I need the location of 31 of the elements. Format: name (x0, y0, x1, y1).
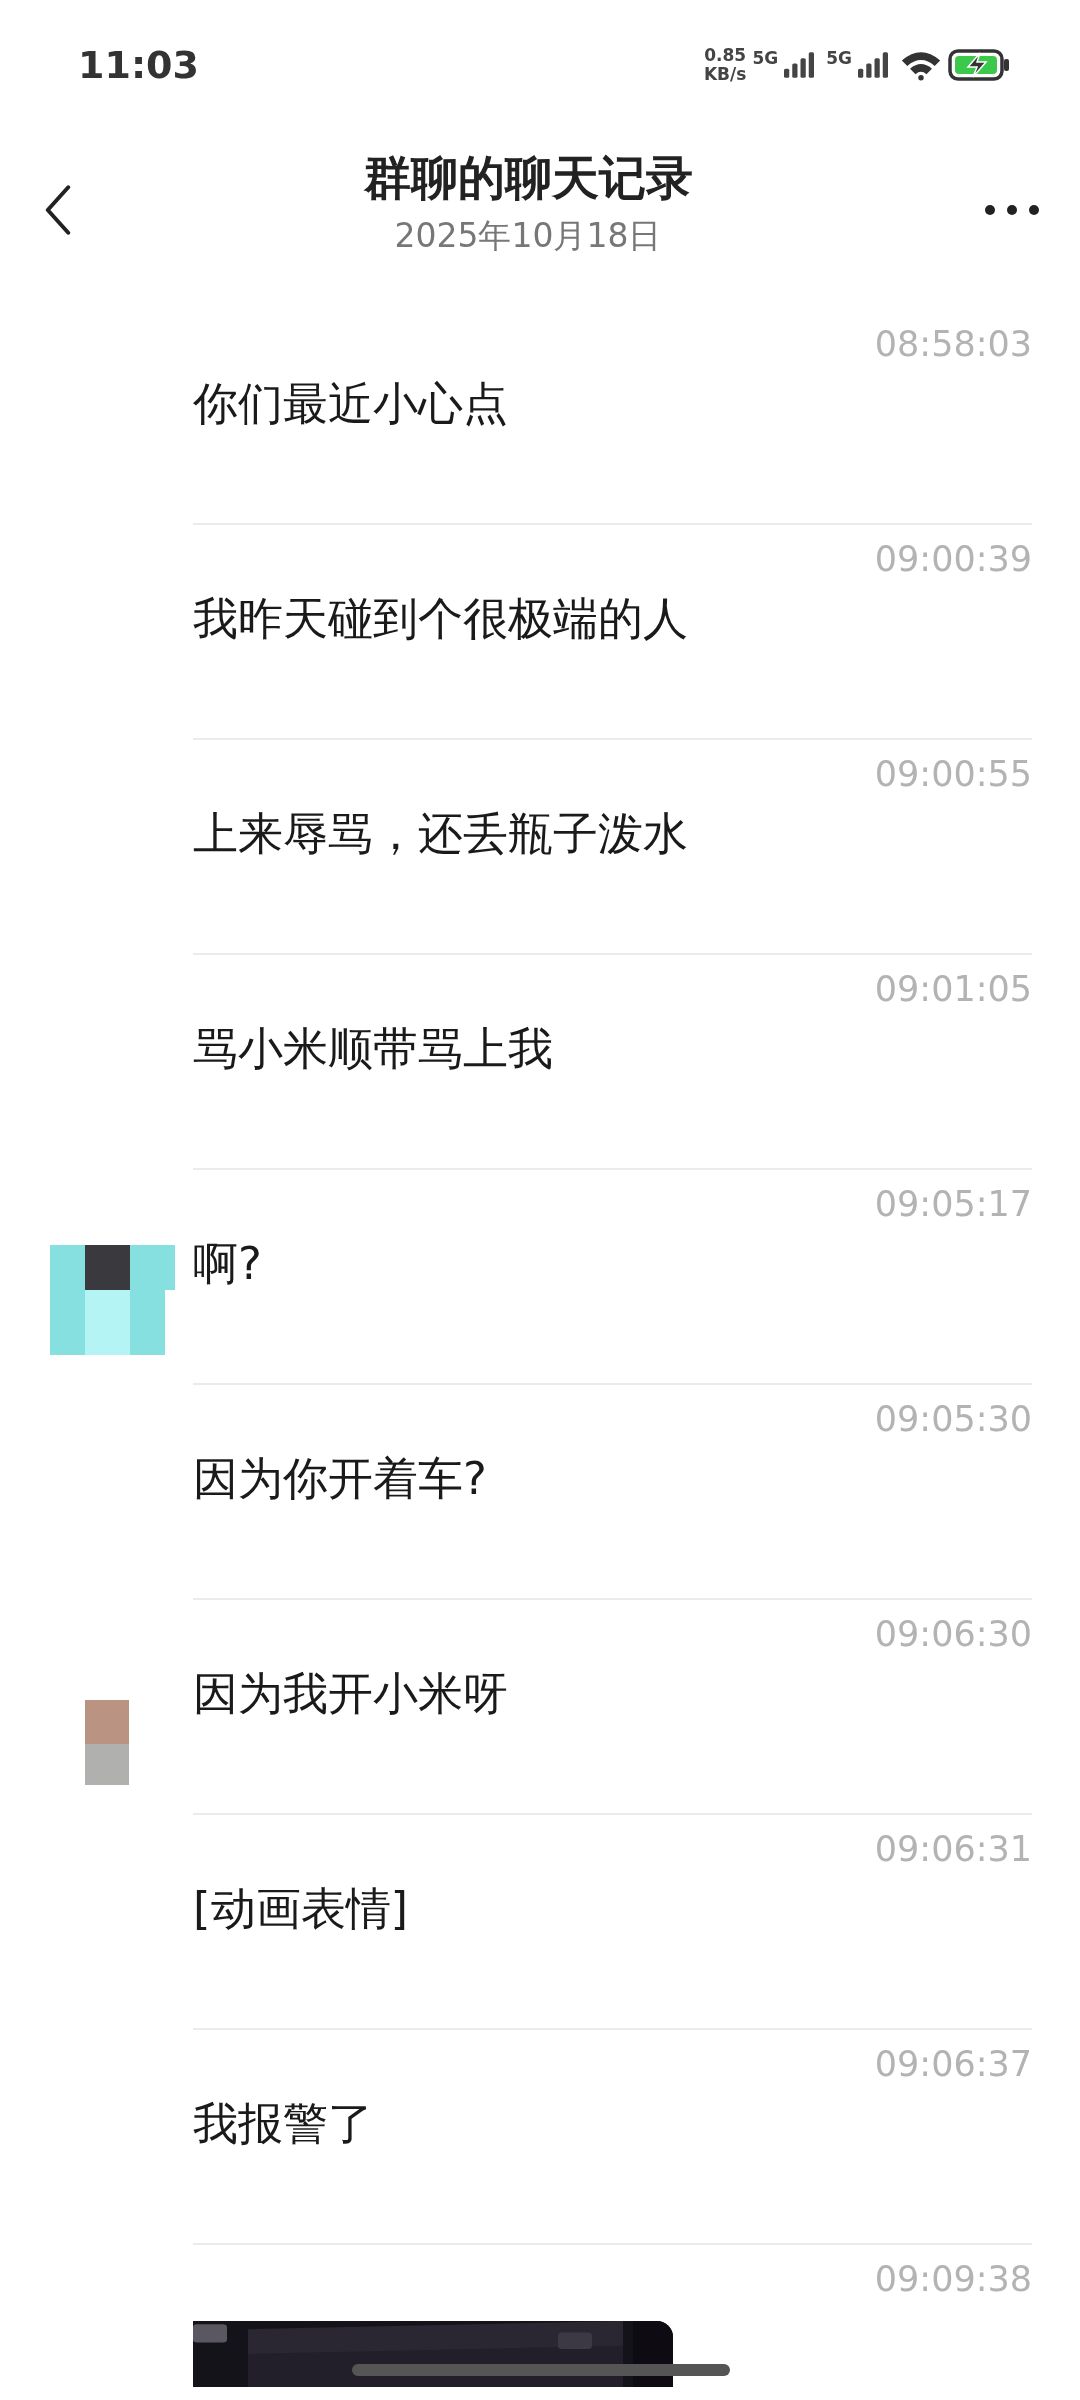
message-time: 09:05:17 (874, 1184, 1032, 1224)
message-text: 啊? (193, 1236, 262, 1292)
status-time: 11:03 (78, 43, 199, 87)
network-type: 5G (752, 48, 779, 68)
message-text: 上来辱骂，还丢瓶子泼水 (193, 806, 688, 862)
message-text: 我报警了 (193, 2096, 373, 2152)
message-text: 因为你开着车? (193, 1451, 487, 1507)
wifi-icon (900, 49, 942, 81)
message-time: 09:06:31 (874, 1829, 1032, 1869)
message-text: 因为我开小米呀 (193, 1666, 508, 1722)
more-icon[interactable] (984, 204, 1040, 216)
message-time: 09:00:55 (874, 754, 1032, 794)
message-time: 09:01:05 (874, 969, 1032, 1009)
battery-charging-icon (948, 49, 1010, 81)
network-speed: 0.85 KB/s (703, 46, 747, 84)
message-text: 骂小米顺带骂上我 (193, 1021, 553, 1077)
chat-title: 群聊的聊天记录 (363, 149, 693, 207)
message-time: 09:05:30 (874, 1399, 1032, 1439)
message-text: 我昨天碰到个很极端的人 (193, 591, 688, 647)
message-time: 09:06:30 (874, 1614, 1032, 1654)
message-time: 09:00:39 (874, 539, 1032, 579)
signal-icon (858, 51, 888, 79)
message-time: 09:06:37 (874, 2044, 1032, 2084)
network-type: 5G (826, 48, 852, 68)
message-time: 09:09:38 (874, 2259, 1032, 2299)
chat-date: 2025年10月18日 (394, 215, 662, 257)
message-text: [动画表情] (193, 1881, 409, 1937)
signal-icon (784, 51, 815, 79)
message-text: 你们最近小心点 (193, 376, 508, 432)
back-icon[interactable] (44, 185, 72, 235)
message-time: 08:58:03 (874, 324, 1032, 364)
